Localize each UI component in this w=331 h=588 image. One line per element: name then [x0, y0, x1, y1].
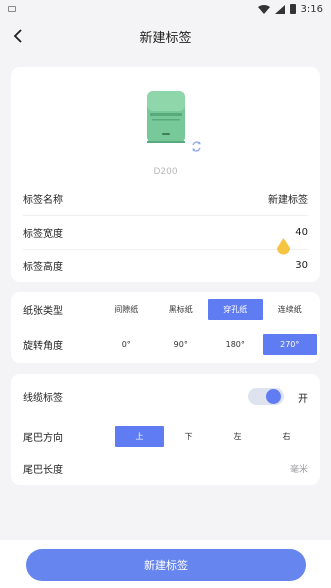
tail-direction-label: 尾巴方向	[23, 432, 63, 444]
rotation-option[interactable]: 0°	[99, 334, 154, 355]
cable-label-card: 线缆标签 开 尾巴方向 上 下 左 右 尾巴长度 毫米	[11, 374, 320, 485]
print-settings-card: 纸张类型 间隙纸 黑标纸 穿孔纸 连续纸 旋转角度 0° 90° 180° 27…	[11, 292, 320, 363]
label-width-label: 标签宽度	[23, 229, 63, 240]
label-width-value[interactable]: 40	[295, 227, 308, 238]
battery-icon	[289, 4, 296, 14]
rotation-options: 0° 90° 180° 270°	[99, 333, 317, 355]
notification-icon	[8, 6, 16, 12]
back-button[interactable]	[8, 26, 28, 46]
location-pin-icon[interactable]	[276, 238, 291, 257]
tail-length-input[interactable]: 毫米	[290, 462, 308, 475]
tail-direction-option[interactable]: 左	[213, 426, 262, 447]
label-height-value[interactable]: 30	[295, 260, 308, 271]
toggle-knob	[266, 389, 281, 404]
paper-type-option[interactable]: 间隙纸	[99, 299, 154, 320]
rotation-label: 旋转角度	[23, 340, 63, 352]
label-name-row[interactable]: 标签名称 新建标签	[11, 182, 320, 215]
rotation-option[interactable]: 90°	[154, 334, 209, 355]
wifi-icon	[257, 4, 270, 14]
status-bar: 3:16	[0, 0, 331, 18]
rotation-option-selected[interactable]: 270°	[262, 333, 317, 355]
tail-length-row[interactable]: 尾巴长度 毫米	[11, 452, 320, 485]
label-name-value[interactable]: 新建标签	[268, 191, 308, 206]
toggle-state-text: 开	[298, 394, 308, 405]
sync-icon[interactable]	[191, 141, 202, 152]
label-width-row[interactable]: 标签宽度 40	[11, 216, 320, 249]
tail-direction-options: 上 下 左 右	[115, 425, 311, 447]
paper-type-label: 纸张类型	[23, 305, 63, 317]
status-time: 3:16	[300, 3, 323, 15]
tail-length-label: 尾巴长度	[23, 465, 63, 476]
paper-type-option[interactable]: 连续纸	[263, 299, 318, 320]
device-model-label: D200	[153, 167, 178, 177]
rotation-row: 旋转角度 0° 90° 180° 270°	[11, 330, 320, 358]
printer-device-image	[147, 91, 185, 143]
paper-type-option-selected[interactable]: 穿孔纸	[208, 298, 263, 320]
label-name-label: 标签名称	[23, 195, 63, 206]
paper-type-option[interactable]: 黑标纸	[154, 299, 209, 320]
cable-label-toggle[interactable]	[248, 388, 284, 405]
tail-direction-option-selected[interactable]: 上	[115, 425, 164, 447]
page-title: 新建标签	[139, 30, 192, 46]
create-label-button[interactable]: 新建标签	[26, 549, 306, 581]
back-arrow-icon	[13, 29, 22, 43]
paper-type-options: 间隙纸 黑标纸 穿孔纸 连续纸	[99, 298, 318, 320]
rotation-option[interactable]: 180°	[208, 334, 263, 355]
paper-type-row: 纸张类型 间隙纸 黑标纸 穿孔纸 连续纸	[11, 295, 320, 323]
label-height-label: 标签高度	[23, 262, 63, 273]
nav-bar: 新建标签	[0, 18, 331, 54]
tail-direction-option[interactable]: 右	[262, 426, 311, 447]
label-height-row[interactable]: 标签高度 30	[11, 249, 320, 282]
tail-direction-row: 尾巴方向 上 下 左 右	[11, 422, 320, 450]
tail-direction-option[interactable]: 下	[164, 426, 213, 447]
signal-icon	[274, 4, 285, 14]
label-info-card: D200 标签名称 新建标签 标签宽度 40 标签高度 30	[11, 67, 320, 282]
